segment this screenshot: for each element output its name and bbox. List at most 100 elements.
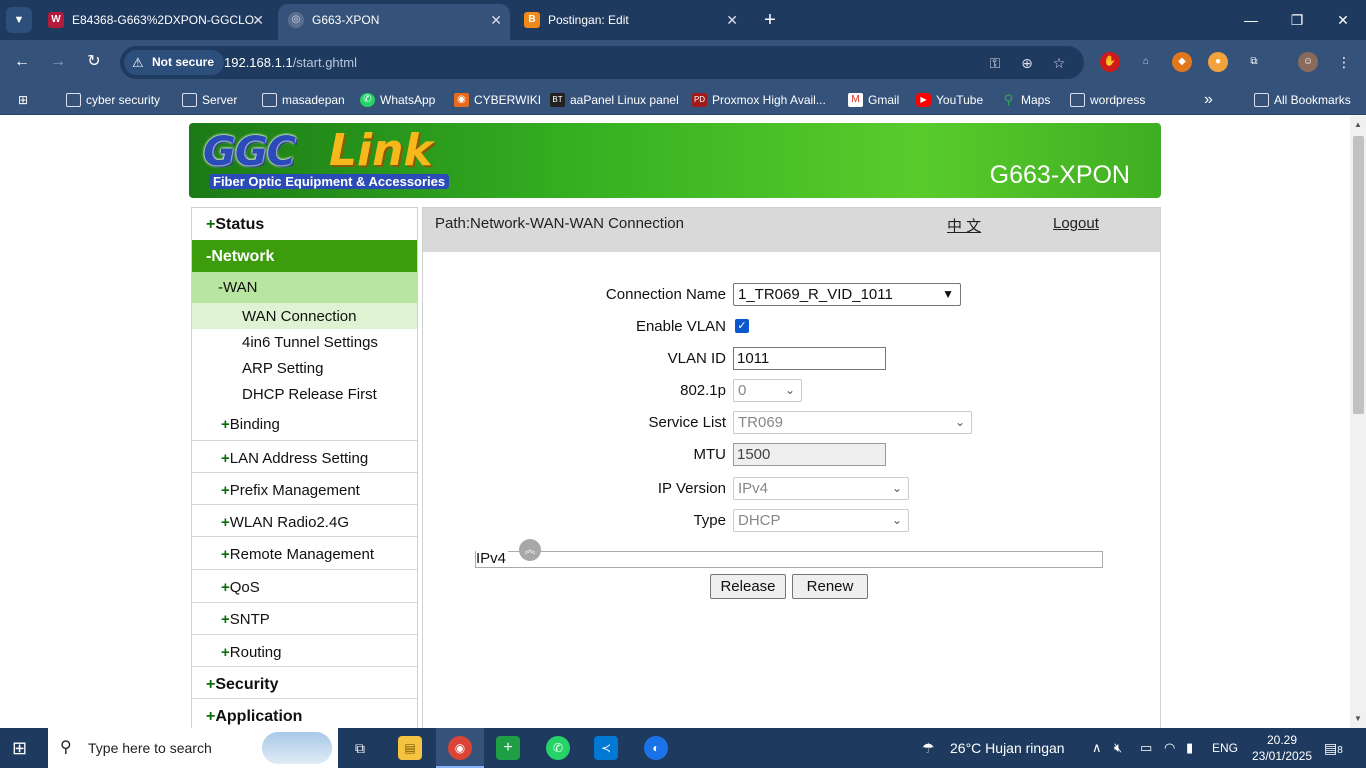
- restore-button[interactable]: ❐: [1282, 8, 1312, 32]
- whatsapp-app-icon[interactable]: ✆: [546, 736, 570, 760]
- menu-qos[interactable]: +QoS: [192, 570, 417, 603]
- bookmark-whatsapp[interactable]: ✆ WhatsApp: [360, 85, 435, 115]
- enable-vlan-checkbox[interactable]: ✓: [735, 319, 749, 333]
- tab-search-icon[interactable]: ▼: [6, 7, 32, 33]
- wifi-icon[interactable]: ◠: [1164, 728, 1175, 768]
- tab-close-icon[interactable]: ✕: [252, 4, 264, 36]
- warning-icon: ⚠: [132, 55, 144, 70]
- weather-icon[interactable]: ☂: [922, 728, 935, 768]
- tab-close-icon[interactable]: ✕: [726, 4, 738, 36]
- menu-kebab-icon[interactable]: ⋮: [1334, 52, 1354, 72]
- app-globe-icon[interactable]: ◐: [644, 736, 668, 760]
- menu-lan-address[interactable]: +LAN Address Setting: [192, 441, 417, 473]
- menu-wan[interactable]: -WAN: [192, 272, 417, 303]
- windows-start-icon[interactable]: ⊞: [12, 728, 36, 768]
- battery-icon[interactable]: ▮: [1186, 728, 1193, 768]
- menu-sntp[interactable]: +SNTP: [192, 603, 417, 635]
- menu-prefix-management[interactable]: +Prefix Management: [192, 473, 417, 505]
- service-list-select[interactable]: TR069 ⌄: [733, 411, 972, 434]
- taskbar-chrome-active[interactable]: ◉: [436, 728, 484, 768]
- bookmark-wordpress[interactable]: wordpress: [1070, 85, 1145, 115]
- tray-chevron-up-icon[interactable]: ∧: [1092, 728, 1102, 768]
- bookmark-server[interactable]: Server: [182, 85, 237, 115]
- bookmark-proxmox[interactable]: PD Proxmox High Avail...: [692, 85, 826, 115]
- menu-4in6-tunnel[interactable]: 4in6 Tunnel Settings: [192, 329, 417, 355]
- bookmark-aapanel[interactable]: BT aaPanel Linux panel: [550, 85, 679, 115]
- metamask-icon[interactable]: ◆: [1172, 52, 1192, 72]
- bookmarks-overflow-chevron[interactable]: »: [1204, 85, 1213, 115]
- type-select[interactable]: DHCP ⌄: [733, 509, 909, 532]
- mtu-input[interactable]: 1500: [733, 443, 886, 466]
- new-tab-button[interactable]: +: [758, 8, 782, 32]
- vlan-id-input[interactable]: 1011: [733, 347, 886, 370]
- ip-version-select[interactable]: IPv4 ⌄: [733, 477, 909, 500]
- menu-remote-management[interactable]: +Remote Management: [192, 537, 417, 570]
- tab-postingan-edit[interactable]: B Postingan: Edit ✕: [514, 4, 746, 36]
- file-explorer-icon[interactable]: ▤: [398, 736, 422, 760]
- bookmark-gmail[interactable]: M Gmail: [848, 85, 899, 115]
- scroll-up-arrow-icon[interactable]: ▲: [1350, 118, 1366, 132]
- menu-dhcp-release-first[interactable]: DHCP Release First: [192, 381, 417, 407]
- password-key-icon[interactable]: ⚿: [984, 52, 1006, 74]
- menu-network[interactable]: -Network: [192, 240, 417, 272]
- vscode-icon[interactable]: ≺: [594, 736, 618, 760]
- close-window-button[interactable]: ✕: [1328, 8, 1358, 32]
- language-link[interactable]: 中 文: [947, 215, 981, 236]
- address-bar[interactable]: ⚠ Not secure 192.168.1.1/start.ghtml ⚿ ⊕…: [120, 46, 1084, 79]
- extension-hand-icon[interactable]: ✋: [1100, 52, 1120, 72]
- scroll-down-arrow-icon[interactable]: ▼: [1350, 712, 1366, 726]
- logout-link[interactable]: Logout: [1053, 215, 1099, 232]
- apps-grid-icon[interactable]: ⊞: [18, 85, 36, 115]
- menu-binding[interactable]: +Binding: [192, 407, 417, 441]
- menu-wan-connection[interactable]: WAN Connection: [192, 303, 417, 329]
- minimize-button[interactable]: —: [1236, 8, 1266, 32]
- profile-avatar[interactable]: ☺: [1298, 52, 1318, 72]
- bookmark-youtube[interactable]: ▶ YouTube: [916, 85, 983, 115]
- taskbar-search[interactable]: ⚲ Type here to search: [48, 728, 338, 768]
- 8021p-select[interactable]: 0 ⌄: [733, 379, 802, 402]
- extension-orange-icon[interactable]: ●: [1208, 52, 1228, 72]
- bookmark-masadepan[interactable]: masadepan: [262, 85, 345, 115]
- renew-button[interactable]: Renew: [792, 574, 868, 599]
- connection-name-select[interactable]: 1_TR069_R_VID_1011 ▼: [733, 283, 961, 306]
- zoom-icon[interactable]: ⊕: [1016, 52, 1038, 74]
- mute-icon[interactable]: 🔇︎: [1114, 728, 1122, 768]
- tab-g663-xpon[interactable]: ◎ G663-XPON ✕: [278, 4, 510, 40]
- reload-icon[interactable]: ↻: [82, 50, 106, 74]
- tab-favicon-icon: W: [48, 12, 64, 28]
- task-view-icon[interactable]: ⧉: [348, 736, 372, 760]
- not-secure-chip[interactable]: ⚠ Not secure: [124, 50, 225, 75]
- url-text[interactable]: 192.168.1.1/start.ghtml: [224, 46, 357, 79]
- clock[interactable]: 20.29 23/01/2025: [1252, 732, 1312, 764]
- menu-status[interactable]: +Status: [192, 208, 417, 240]
- notification-center-icon[interactable]: ▤8: [1324, 728, 1343, 771]
- bookmark-maps[interactable]: ⚲ Maps: [1001, 85, 1051, 115]
- bookmark-label: Proxmox High Avail...: [712, 93, 826, 107]
- all-bookmarks[interactable]: All Bookmarks: [1254, 85, 1351, 115]
- bookmark-cyberwiki[interactable]: ◉ CYBERWIKI: [454, 85, 541, 115]
- back-arrow-icon[interactable]: ←: [10, 50, 34, 74]
- bookmark-cyber-security[interactable]: cyber security: [66, 85, 160, 115]
- menu-arp-setting[interactable]: ARP Setting: [192, 355, 417, 381]
- tab-close-icon[interactable]: ✕: [490, 4, 502, 36]
- sheets-icon[interactable]: +: [496, 736, 520, 760]
- display-icon[interactable]: ▭: [1140, 728, 1152, 768]
- forward-arrow-icon[interactable]: →: [46, 50, 70, 74]
- collapse-up-icon[interactable]: ︽: [519, 539, 541, 561]
- menu-application[interactable]: +Application: [192, 699, 417, 728]
- whatsapp-icon: ✆: [360, 93, 375, 107]
- input-language[interactable]: ENG: [1212, 728, 1238, 768]
- bookmark-star-icon[interactable]: ☆: [1048, 52, 1070, 74]
- menu-security[interactable]: +Security: [192, 667, 417, 699]
- weather-text[interactable]: 26°C Hujan ringan: [950, 728, 1065, 768]
- bookmark-label: aaPanel Linux panel: [570, 93, 679, 107]
- menu-wlan-radio[interactable]: +WLAN Radio2.4G: [192, 505, 417, 537]
- scrollbar-thumb[interactable]: [1353, 136, 1364, 414]
- release-button[interactable]: Release: [710, 574, 786, 599]
- extensions-puzzle-icon[interactable]: ⧉: [1244, 52, 1264, 72]
- connection-name-label: Connection Name: [605, 286, 726, 303]
- tab-e84368[interactable]: W E84368-G663%2DXPON-GGCLO ✕: [38, 4, 272, 36]
- page-scrollbar[interactable]: ▲ ▼: [1350, 116, 1366, 728]
- extension-mouse-icon[interactable]: ⌂: [1136, 52, 1156, 72]
- menu-routing[interactable]: +Routing: [192, 635, 417, 667]
